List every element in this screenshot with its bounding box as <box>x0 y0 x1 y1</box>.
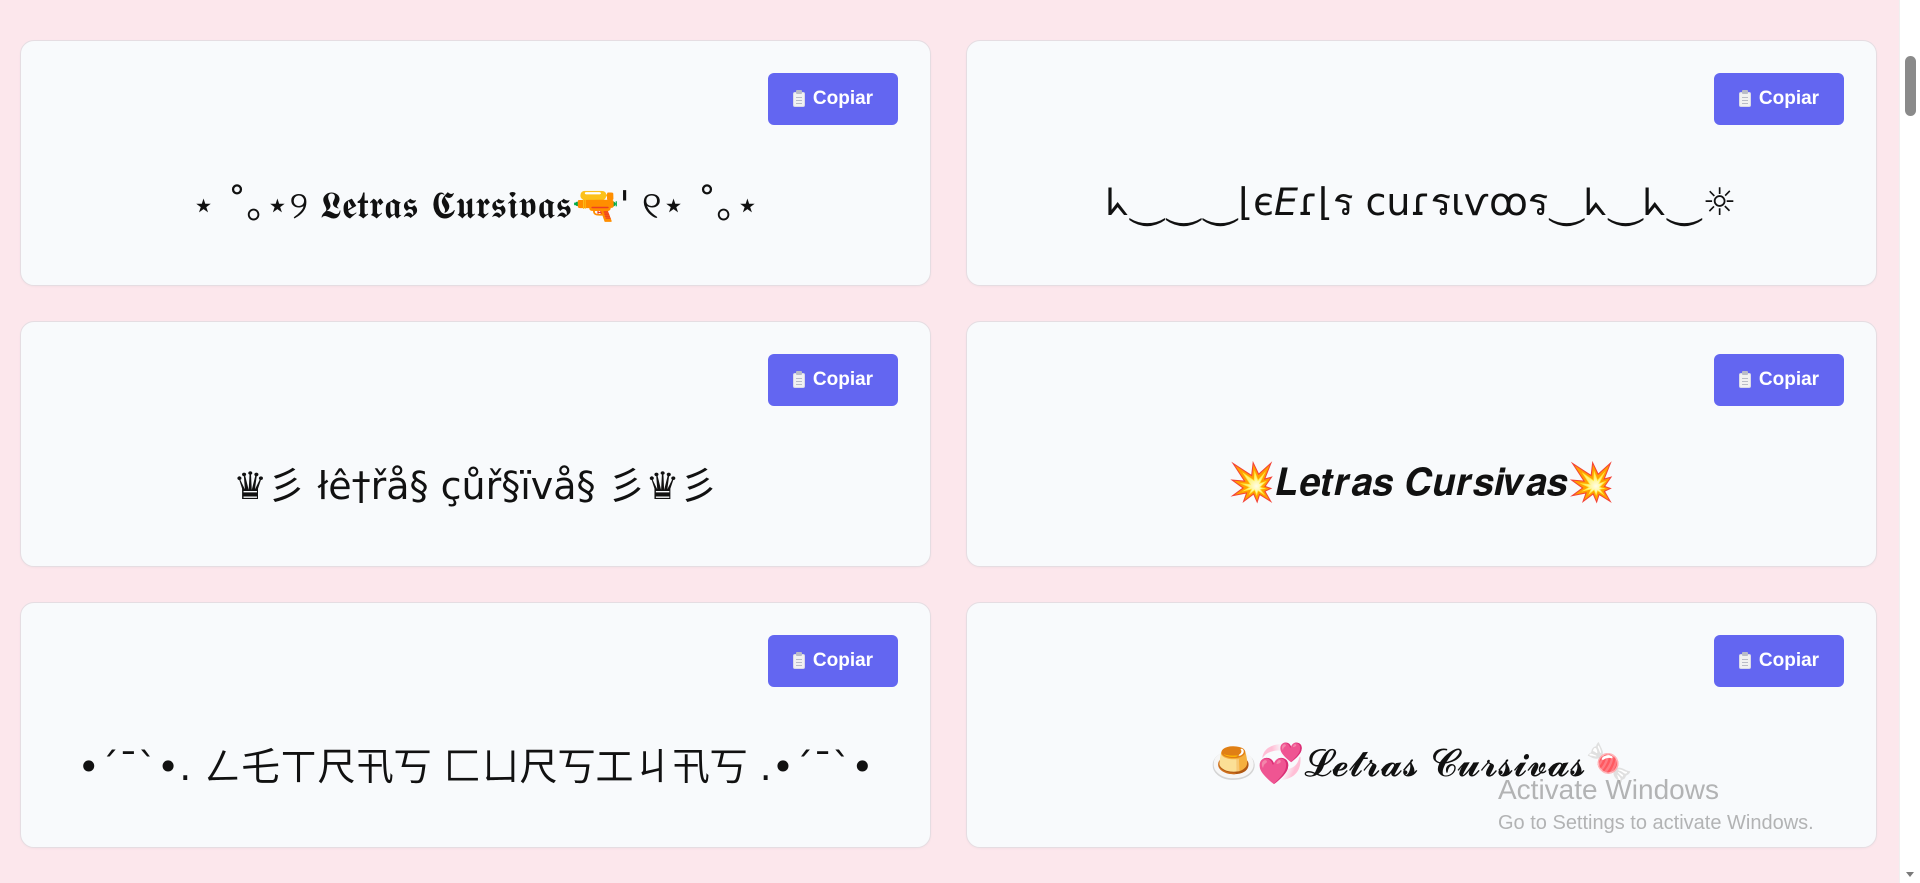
styled-text: ⋆ ˚｡⋆୨ 𝕷𝖊𝖙𝖗𝖆𝖘 𝕮𝖚𝖗𝖘𝖎𝖛𝖆𝖘🔫' ୧⋆ ˚｡⋆ <box>191 182 760 227</box>
styled-text: 🍮💞𝓛𝓮𝓽𝓻𝓪𝓼 𝓒𝓾𝓻𝓼𝓲𝓿𝓪𝓼🍬 <box>1209 740 1634 785</box>
copy-button-label: Copiar <box>1758 88 1820 109</box>
styled-text: •´¯`•. ㄥ乇ㄒ尺卂丂 匚ㄩ尺丂工ㄐ卂丂 .•´¯`• <box>77 744 874 789</box>
scroll-down-arrow-icon[interactable] <box>1906 872 1914 877</box>
clipboard-icon <box>1738 89 1751 107</box>
copy-button[interactable]: Copiar <box>1714 635 1844 687</box>
page: Copiar ⋆ ˚｡⋆୨ 𝕷𝖊𝖙𝖗𝖆𝖘 𝕮𝖚𝖗𝖘𝖎𝖛𝖆𝖘🔫' ୧⋆ ˚｡⋆ C… <box>0 0 1920 883</box>
copy-button-label: Copiar <box>1758 650 1820 671</box>
copy-button-label: Copiar <box>812 650 874 671</box>
styled-text: 💥𝑳𝒆𝒕𝒓𝒂𝒔 𝑪𝒖𝒓𝒔𝒊𝒗𝒂𝒔💥 <box>1228 459 1615 504</box>
clipboard-icon <box>792 370 805 388</box>
style-card: Copiar 🍮💞𝓛𝓮𝓽𝓻𝓪𝓼 𝓒𝓾𝓻𝓼𝓲𝓿𝓪𝓼🍬 <box>966 602 1877 848</box>
clipboard-icon <box>1738 651 1751 669</box>
vertical-scrollbar[interactable] <box>1899 0 1920 883</box>
copy-button[interactable]: Copiar <box>768 635 898 687</box>
copy-button-label: Copiar <box>1758 369 1820 390</box>
styled-text: ♛彡 łê†řå§ çůř§ïvå§ 彡♛彡 <box>233 463 718 508</box>
style-card: Copiar •´¯`•. ㄥ乇ㄒ尺卂丂 匚ㄩ尺丂工ㄐ卂丂 .•´¯`• <box>20 602 931 848</box>
copy-button[interactable]: Copiar <box>1714 354 1844 406</box>
clipboard-icon <box>792 651 805 669</box>
copy-button[interactable]: Copiar <box>768 354 898 406</box>
styles-grid: Copiar ⋆ ˚｡⋆୨ 𝕷𝖊𝖙𝖗𝖆𝖘 𝕮𝖚𝖗𝖘𝖎𝖛𝖆𝖘🔫' ୧⋆ ˚｡⋆ C… <box>20 40 1877 848</box>
copy-button-label: Copiar <box>812 369 874 390</box>
scrollbar-thumb[interactable] <box>1905 56 1916 116</box>
copy-button[interactable]: Copiar <box>768 73 898 125</box>
style-card: Copiar ⋆ ˚｡⋆୨ 𝕷𝖊𝖙𝖗𝖆𝖘 𝕮𝖚𝖗𝖘𝖎𝖛𝖆𝖘🔫' ୧⋆ ˚｡⋆ <box>20 40 931 286</box>
style-card: Copiar 💥𝑳𝒆𝒕𝒓𝒂𝒔 𝑪𝒖𝒓𝒔𝒊𝒗𝒂𝒔💥 <box>966 321 1877 567</box>
style-card: Copiar ᖾ⏝⏝⏝⌊є𝘌ɾ⌊ร cuɾรιѵꝏร⏝ᖾ⏝ᖾ⏝☼ <box>966 40 1877 286</box>
copy-button[interactable]: Copiar <box>1714 73 1844 125</box>
styled-text: ᖾ⏝⏝⏝⌊є𝘌ɾ⌊ร cuɾรιѵꝏร⏝ᖾ⏝ᖾ⏝☼ <box>1106 179 1737 224</box>
style-card: Copiar ♛彡 łê†řå§ çůř§ïvå§ 彡♛彡 <box>20 321 931 567</box>
copy-button-label: Copiar <box>812 88 874 109</box>
clipboard-icon <box>792 89 805 107</box>
clipboard-icon <box>1738 370 1751 388</box>
